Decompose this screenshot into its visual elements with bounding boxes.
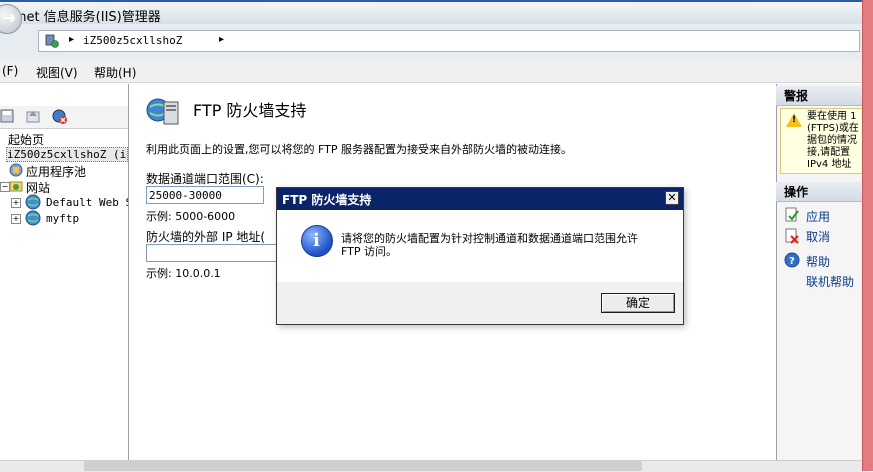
help-icon[interactable]: ? (784, 252, 800, 268)
action-online-help[interactable]: 联机帮助 (806, 273, 854, 290)
menu-bar: (F) 视图(V) 帮助(H) (0, 60, 866, 83)
external-ip-label: 防火墙的外部 IP 地址( (146, 230, 266, 244)
tree-item-default-web-site[interactable]: Default Web S (46, 196, 128, 209)
menu-help[interactable]: 帮助(H) (94, 64, 136, 81)
menu-file[interactable]: (F) (2, 64, 18, 78)
dialog-message: 请将您的防火墙配置为针对控制通道和数据通道端口范围允许 FTP 访问。 (341, 232, 638, 258)
breadcrumb-arrow-icon[interactable]: ▸ (219, 34, 224, 45)
tree-item-start-page[interactable]: 起始页 (8, 131, 44, 148)
right-edge-bar (862, 0, 873, 471)
connections-toolbar (0, 106, 128, 129)
port-range-label: 数据通道端口范围(C): (146, 172, 264, 186)
window-title-bar: ternet 信息服务(IIS)管理器 (0, 0, 866, 25)
alert-line: IPv4 地址 (807, 159, 852, 170)
action-cancel[interactable]: 取消 (806, 228, 830, 245)
up-level-icon[interactable] (26, 109, 40, 123)
ftp-firewall-icon (146, 98, 179, 125)
port-range-input[interactable]: 25000-30000 (146, 186, 264, 204)
back-arrow-icon: ➜ (3, 8, 17, 27)
svg-text:?: ? (789, 256, 795, 267)
tree-item-app-pools[interactable]: 应用程序池 (26, 163, 86, 180)
expand-icon[interactable]: + (11, 214, 21, 224)
page-title: FTP 防火墙支持 (193, 101, 307, 120)
page-description: 利用此页面上的设置,您可以将您的 FTP 服务器配置为接受来自外部防火墙的被动连… (146, 143, 572, 156)
website-globe-icon (25, 210, 41, 226)
alert-line: 据包的情况 (807, 135, 857, 146)
close-icon[interactable]: ✕ (665, 191, 679, 205)
alert-line: 要在使用 1 (807, 111, 857, 122)
dialog-body: i 请将您的防火墙配置为针对控制通道和数据通道端口范围允许 FTP 访问。 (277, 210, 683, 282)
alert-box: ! 要在使用 1 (FTPS)或在 据包的情况 接,请配置 IPv4 地址 (780, 108, 866, 174)
alert-line: (FTPS)或在 (807, 123, 859, 134)
scrollbar-thumb[interactable] (84, 461, 642, 471)
actions-header: 操作 (776, 182, 866, 202)
tree-item-server[interactable]: iZ500z5cxllshoZ (iZ5 (6, 147, 128, 162)
warning-icon: ! (786, 113, 802, 127)
external-ip-example: 示例: 10.0.0.1 (146, 267, 221, 280)
message-dialog: FTP 防火墙支持 ✕ i 请将您的防火墙配置为针对控制通道和数据通道端口范围允… (276, 187, 684, 325)
window-title: ternet 信息服务(IIS)管理器 (0, 10, 161, 25)
ok-button[interactable]: 确定 (601, 293, 675, 313)
breadcrumb-server[interactable]: iZ500z5cxllshoZ (83, 34, 182, 47)
website-globe-icon (25, 194, 41, 210)
disconnect-icon[interactable] (52, 109, 68, 125)
external-ip-input[interactable] (146, 244, 280, 262)
dialog-title: FTP 防火墙支持 (282, 193, 372, 207)
expand-icon[interactable]: + (11, 198, 21, 208)
server-icon (45, 34, 59, 48)
tree-item-myftp[interactable]: myftp (46, 212, 79, 225)
address-bar[interactable]: ▸ iZ500z5cxllshoZ ▸ (38, 30, 860, 52)
action-help[interactable]: 帮助 (806, 253, 830, 270)
info-icon: i (301, 225, 333, 257)
sites-folder-icon (9, 181, 23, 192)
cancel-icon[interactable] (784, 228, 800, 244)
app-pool-icon (9, 163, 23, 177)
save-icon[interactable] (0, 109, 14, 123)
breadcrumb-arrow-icon[interactable]: ▸ (69, 34, 74, 45)
port-range-example: 示例: 5000-6000 (146, 210, 236, 223)
alert-line: 接,请配置 (807, 147, 851, 158)
menu-view[interactable]: 视图(V) (36, 64, 78, 81)
action-apply[interactable]: 应用 (806, 208, 830, 225)
alerts-header: 警报 (776, 86, 866, 106)
apply-icon[interactable] (784, 207, 800, 223)
dialog-title-bar: FTP 防火墙支持 ✕ (277, 188, 683, 210)
